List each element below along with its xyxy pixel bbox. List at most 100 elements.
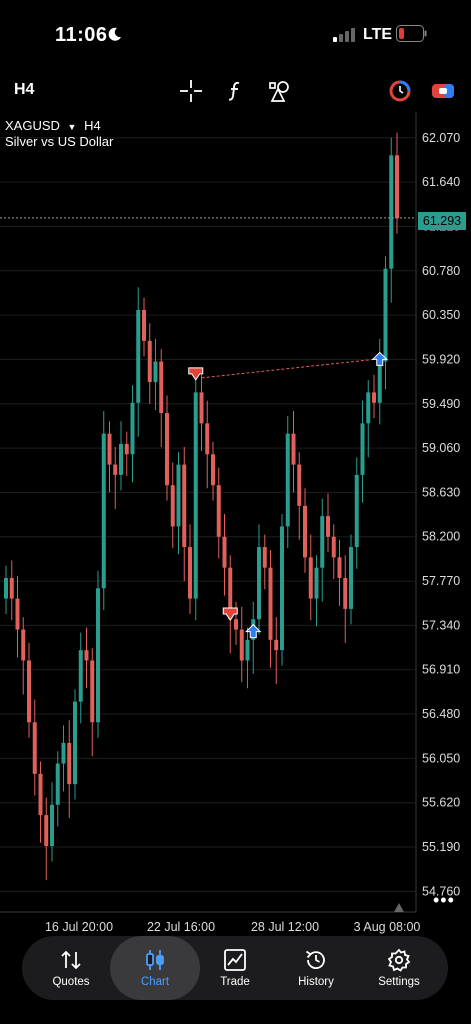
candle-body — [90, 660, 95, 723]
y-tick-label: 60.780 — [422, 264, 460, 278]
settings-icon — [387, 948, 411, 972]
candle-body — [27, 660, 31, 723]
candle-body — [377, 361, 382, 403]
candle-body — [15, 598, 20, 630]
sell-arrow-marker — [188, 367, 204, 381]
price-chart[interactable]: 62.07061.64061.21060.78060.35059.92059.4… — [0, 112, 471, 940]
timeframe-button[interactable]: H4 — [14, 81, 34, 99]
candle-body — [147, 340, 152, 383]
chart-canvas[interactable]: 62.07061.64061.21060.78060.35059.92059.4… — [0, 112, 471, 940]
candle-body — [314, 567, 319, 599]
nav-history[interactable]: History — [275, 936, 357, 1000]
candle-body — [285, 433, 290, 527]
candle-body — [308, 557, 313, 599]
candle-body — [262, 547, 267, 568]
y-tick-label: 60.350 — [422, 308, 460, 322]
x-tick-label: 28 Jul 12:00 — [251, 920, 319, 934]
candle-body — [176, 464, 181, 527]
candle-body — [349, 547, 353, 609]
candle-body — [142, 309, 146, 341]
nav-quotes[interactable]: Quotes — [30, 936, 112, 1000]
candle-body — [101, 433, 106, 589]
candle-body — [222, 536, 227, 568]
symbol-name: XAGUSD — [5, 118, 60, 133]
x-tick-label: 3 Aug 08:00 — [354, 920, 421, 934]
candle-body — [245, 639, 250, 661]
candle-body — [182, 464, 187, 548]
candle-body — [205, 423, 210, 455]
candle-body — [153, 361, 158, 383]
trade-toggle-icon[interactable] — [431, 79, 455, 103]
nav-trade[interactable]: Trade — [194, 936, 276, 1000]
candle-body — [136, 309, 141, 403]
candle-body — [50, 804, 54, 847]
indicators-icon[interactable] — [224, 79, 248, 103]
candle-body — [268, 567, 273, 640]
nav-settings-label: Settings — [378, 976, 420, 988]
symbol-timeframe: H4 — [84, 118, 101, 133]
trade-link-line — [201, 358, 374, 379]
nav-trade-label: Trade — [220, 976, 250, 988]
nav-chart[interactable]: Chart — [110, 936, 200, 1000]
candle-body — [124, 443, 129, 455]
battery-icon — [396, 25, 427, 42]
bottom-navigation: Quotes Chart Trade History Settings — [22, 936, 448, 1000]
candle-body — [9, 577, 14, 599]
candle-body — [199, 392, 204, 424]
more-options-button[interactable]: ••• — [433, 890, 455, 911]
cellular-signal-icon — [333, 28, 355, 42]
candle-body — [274, 639, 279, 651]
candle-body — [360, 423, 365, 475]
current-price-tag: 61.293 — [418, 212, 466, 230]
candle-body — [96, 588, 100, 723]
candle-body — [170, 485, 175, 527]
candle-body — [354, 474, 359, 548]
y-tick-label: 59.920 — [422, 352, 460, 366]
candle-body — [303, 505, 307, 558]
symbol-dropdown-icon: ▼ — [67, 122, 77, 132]
y-tick-label: 58.630 — [422, 485, 460, 499]
nav-history-label: History — [298, 976, 334, 988]
quotes-icon — [61, 950, 81, 970]
candle-body — [320, 516, 325, 568]
one-click-trading-icon[interactable] — [388, 79, 412, 103]
crosshair-icon[interactable] — [179, 79, 203, 103]
y-tick-label: 61.640 — [422, 175, 460, 189]
y-tick-label: 55.620 — [422, 796, 460, 810]
y-tick-label: 55.190 — [422, 840, 460, 854]
trade-icon — [224, 949, 246, 971]
candle-body — [326, 516, 330, 537]
candle-body — [188, 547, 192, 599]
candle-body — [73, 701, 77, 785]
symbol-description: Silver vs US Dollar — [5, 134, 114, 149]
objects-icon[interactable] — [268, 79, 292, 103]
candle-body — [107, 433, 112, 465]
y-tick-label: 59.490 — [422, 397, 460, 411]
symbol-label[interactable]: XAGUSD ▼ H4 — [5, 118, 101, 133]
x-tick-label: 22 Jul 16:00 — [147, 920, 215, 934]
candle-body — [113, 464, 118, 475]
candle-body — [211, 454, 215, 486]
nav-quotes-label: Quotes — [52, 976, 90, 988]
candle-body — [119, 443, 123, 475]
candle-body — [239, 629, 244, 661]
status-time: 11:06 — [55, 24, 108, 46]
candle-body — [32, 722, 37, 774]
candle-body — [291, 433, 296, 465]
candle-body — [337, 557, 342, 578]
y-tick-label: 59.060 — [422, 441, 460, 455]
candle-body — [130, 402, 135, 455]
candle-body — [343, 577, 348, 609]
y-tick-label: 56.910 — [422, 663, 460, 677]
candle-body — [372, 392, 376, 403]
candle-body — [366, 392, 371, 424]
candle-body — [44, 815, 49, 847]
candle-body — [21, 629, 26, 661]
status-bar: 11:06 LTE — [0, 0, 471, 70]
candle-body — [193, 392, 198, 599]
candle-body — [395, 155, 399, 219]
nav-settings[interactable]: Settings — [358, 936, 440, 1000]
y-tick-label: 56.050 — [422, 751, 460, 765]
sell-arrow-marker — [222, 607, 238, 621]
candle-body — [216, 485, 221, 537]
